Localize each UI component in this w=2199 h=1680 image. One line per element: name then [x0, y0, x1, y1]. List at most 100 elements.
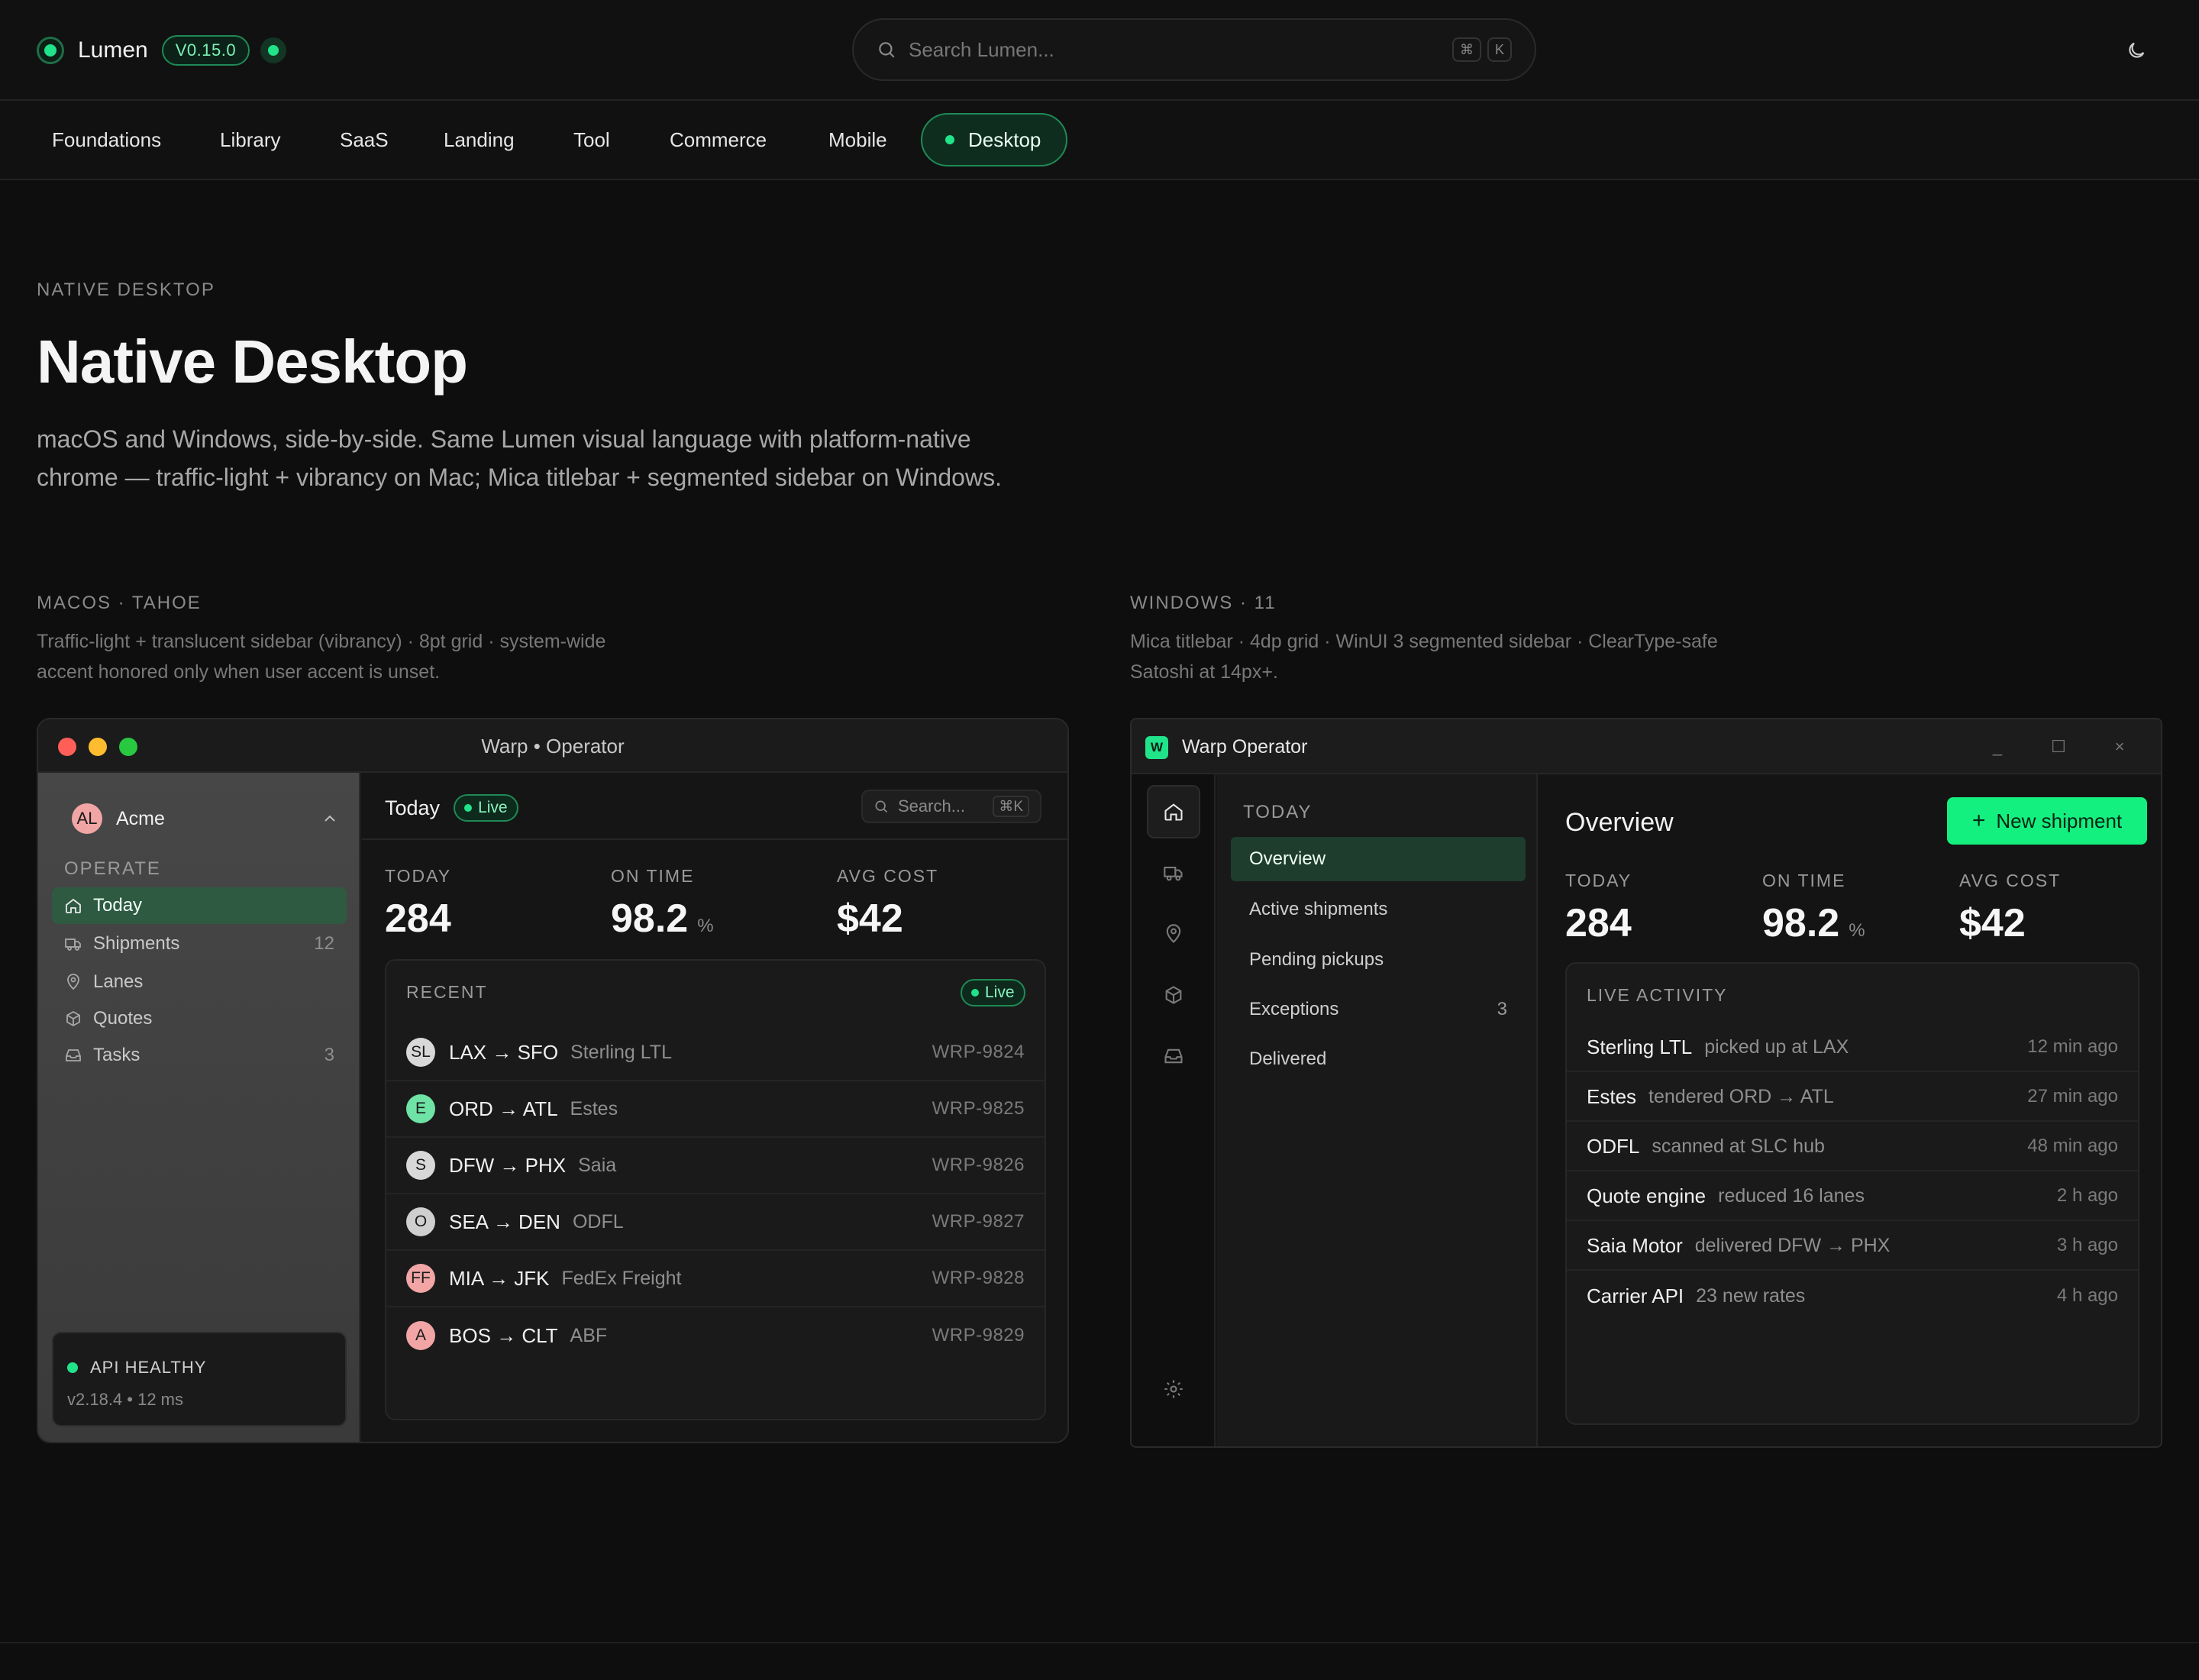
mac-sidebar: AL Acme OPERATE Today Shipments 12 Lanes…	[38, 773, 360, 1442]
win-section-description: Mica titlebar · 4dp grid · WinUI 3 segme…	[1130, 626, 1817, 687]
mac-desc-line-2: accent honored only when user accent is …	[37, 661, 441, 683]
status-indicator-icon	[260, 37, 287, 63]
icon-rail	[1132, 774, 1216, 1446]
tab-landing[interactable]: Landing	[428, 113, 530, 166]
avatar: S	[406, 1151, 435, 1180]
version-badge: V0.15.0	[161, 35, 250, 66]
rail-quotes-button[interactable]	[1147, 968, 1200, 1022]
nav-item-delivered[interactable]: Delivered	[1231, 1037, 1526, 1081]
list-item[interactable]: Sterling LTL picked up at LAX 12 min ago	[1567, 1023, 2138, 1072]
list-item[interactable]: Quote engine reduced 16 lanes 2 h ago	[1567, 1172, 2138, 1221]
page-title: Native Desktop	[37, 328, 468, 396]
mac-titlebar[interactable]: Warp • Operator	[38, 719, 1067, 773]
win-titlebar[interactable]: W Warp Operator _ ☐ ×	[1132, 719, 2161, 774]
stat-label: ON TIME	[1762, 871, 1846, 890]
account-switcher[interactable]: AL Acme	[72, 802, 339, 835]
table-row[interactable]: O SEA → DEN ODFL WRP-9827	[386, 1194, 1045, 1251]
table-row[interactable]: E ORD → ATL Estes WRP-9825	[386, 1081, 1045, 1138]
maximize-button[interactable]: ☐	[2043, 735, 2074, 759]
tab-commerce[interactable]: Commerce	[654, 113, 782, 166]
row-carrier: Estes	[570, 1097, 618, 1119]
windows-window: W Warp Operator _ ☐ × TODAY Overview Act…	[1130, 718, 2162, 1448]
stat-on-time: ON TIME 98.2%	[1762, 871, 1865, 946]
sidebar-item-label: Lanes	[93, 971, 144, 992]
avatar: FF	[406, 1264, 435, 1293]
account-name: Acme	[116, 807, 165, 829]
row-route: MIA → JFK	[449, 1266, 550, 1290]
list-item[interactable]: Saia Motor delivered DFW → PHX 3 h ago	[1567, 1222, 2138, 1271]
stat-today: TODAY 284	[1565, 871, 1632, 946]
row-carrier: Sterling LTL	[570, 1041, 672, 1063]
activity-actor: ODFL	[1587, 1134, 1640, 1158]
brand[interactable]: Lumen V0.15.0	[37, 34, 287, 67]
live-badge: Live	[454, 794, 518, 822]
tab-foundations[interactable]: Foundations	[37, 113, 176, 166]
table-row[interactable]: A BOS → CLT ABF WRP-9829	[386, 1307, 1045, 1364]
list-item[interactable]: ODFL scanned at SLC hub 48 min ago	[1567, 1123, 2138, 1171]
list-item[interactable]: Estes tendered ORD → ATL 27 min ago	[1567, 1073, 2138, 1122]
live-badge: Live	[961, 979, 1025, 1006]
stat-value: 98.2	[1762, 901, 1840, 945]
minimize-button[interactable]: _	[1982, 735, 2013, 759]
stat-value: 98.2	[611, 897, 689, 941]
rail-settings-button[interactable]	[1147, 1362, 1200, 1416]
stat-value: 284	[385, 897, 451, 941]
inbox-icon	[64, 1046, 82, 1065]
activity-actor: Estes	[1587, 1084, 1637, 1108]
list-item[interactable]: Carrier API 23 new rates 4 h ago	[1567, 1271, 2138, 1320]
close-button[interactable]: ×	[2104, 735, 2135, 759]
mac-search-input[interactable]: Search... ⌘K	[861, 790, 1041, 823]
table-row[interactable]: FF MIA → JFK FedEx Freight WRP-9828	[386, 1251, 1045, 1307]
row-carrier: Saia	[578, 1154, 617, 1176]
card-title: RECENT	[406, 982, 488, 1002]
segmented-sidebar: TODAY Overview Active shipments Pending …	[1217, 774, 1538, 1446]
mac-window-title: Warp • Operator	[481, 735, 625, 758]
activity-action: reduced 16 lanes	[1718, 1184, 1865, 1207]
api-status: API HEALTHY	[67, 1358, 206, 1378]
home-icon	[1163, 801, 1184, 822]
activity-action: 23 new rates	[1696, 1284, 1806, 1307]
activity-actor: Carrier API	[1587, 1284, 1684, 1307]
table-row[interactable]: SL LAX → SFO Sterling LTL WRP-9824	[386, 1025, 1045, 1081]
hero-description: macOS and Windows, side-by-side. Same Lu…	[37, 420, 1106, 496]
brand-name: Lumen	[78, 37, 148, 63]
activity-action: picked up at LAX	[1704, 1035, 1849, 1058]
rail-lanes-button[interactable]	[1147, 907, 1200, 961]
moon-icon	[2126, 40, 2147, 61]
tab-mobile[interactable]: Mobile	[813, 113, 903, 166]
hero-eyebrow: NATIVE DESKTOP	[37, 279, 215, 300]
table-row[interactable]: S DFW → PHX Saia WRP-9826	[386, 1138, 1045, 1194]
sidebar-item-tasks[interactable]: Tasks 3	[52, 1037, 347, 1074]
nav-item-exceptions[interactable]: Exceptions 3	[1231, 987, 1526, 1032]
tab-tool[interactable]: Tool	[558, 113, 625, 166]
sidebar-item-shipments[interactable]: Shipments 12	[52, 926, 347, 962]
rail-shipments-button[interactable]	[1147, 846, 1200, 900]
tab-desktop[interactable]: Desktop	[921, 113, 1067, 166]
home-icon	[64, 897, 82, 915]
activity-time: 12 min ago	[2027, 1036, 2118, 1057]
rail-home-button[interactable]	[1147, 785, 1200, 838]
sidebar-item-today[interactable]: Today	[52, 887, 347, 924]
nav-item-overview[interactable]: Overview	[1231, 837, 1526, 881]
activity-time: 48 min ago	[2027, 1136, 2118, 1156]
sidebar-group-label: OPERATE	[64, 858, 161, 879]
nav-item-active-shipments[interactable]: Active shipments	[1231, 887, 1526, 932]
sidebar-item-quotes[interactable]: Quotes	[52, 1000, 347, 1037]
tab-saas[interactable]: SaaS	[325, 113, 404, 166]
tab-library[interactable]: Library	[205, 113, 295, 166]
nav-item-pending-pickups[interactable]: Pending pickups	[1231, 938, 1526, 982]
rail-tasks-button[interactable]	[1147, 1029, 1200, 1083]
section-nav: Foundations Library SaaS Landing Tool Co…	[0, 101, 2199, 180]
sidebar-item-lanes[interactable]: Lanes	[52, 964, 347, 1000]
row-code: WRP-9826	[932, 1155, 1025, 1175]
global-search-input[interactable]: Search Lumen... ⌘ K	[852, 18, 1536, 81]
stat-value: $42	[837, 897, 903, 941]
stat-avg-cost: AVG COST $42	[1959, 871, 2061, 946]
map-pin-icon	[1163, 923, 1184, 945]
theme-toggle-button[interactable]	[2120, 34, 2153, 67]
top-header: Lumen V0.15.0 Search Lumen... ⌘ K	[0, 0, 2199, 101]
nav-pane-heading: TODAY	[1243, 802, 1313, 822]
nav-item-label: Exceptions	[1249, 999, 1339, 1019]
api-health-card[interactable]: API HEALTHY v2.18.4 • 12 ms	[52, 1332, 347, 1426]
new-shipment-button[interactable]: + New shipment	[1947, 797, 2147, 845]
